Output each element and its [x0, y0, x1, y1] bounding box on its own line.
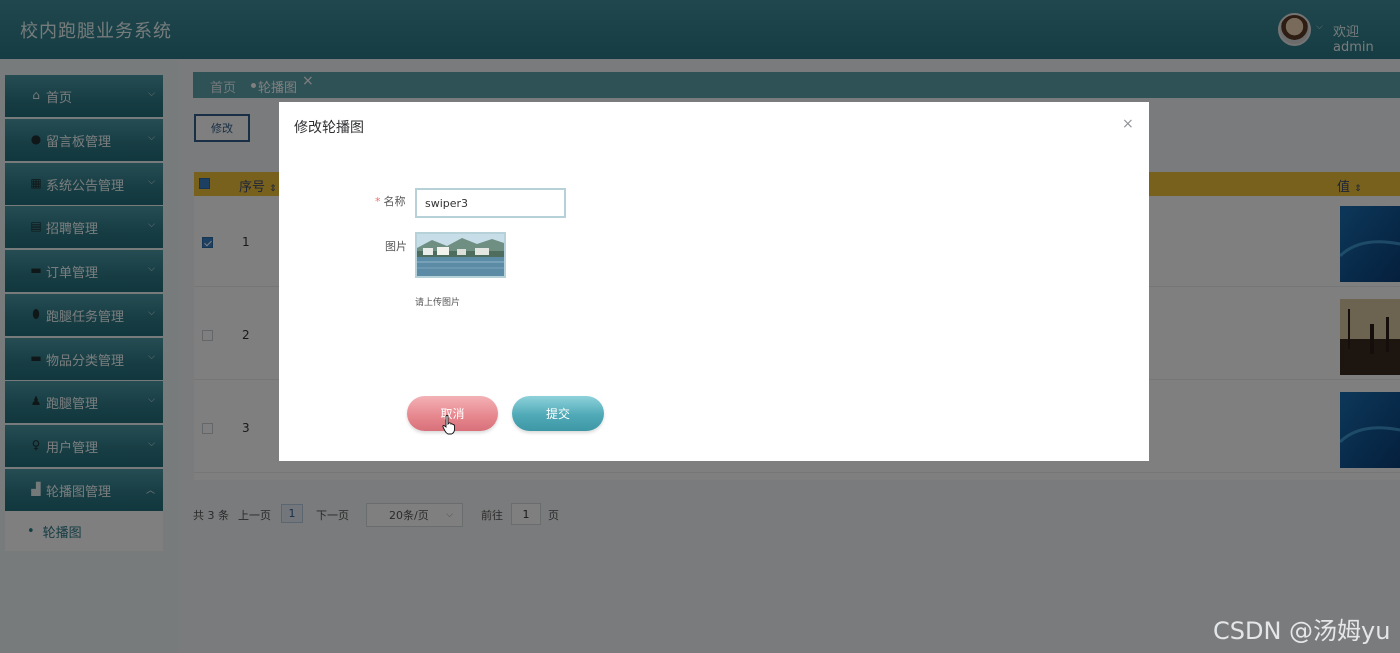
required-mark: * [375, 195, 381, 208]
name-field[interactable] [415, 188, 566, 218]
name-label-text: 名称 [383, 195, 406, 208]
submit-button[interactable]: 提交 [512, 396, 604, 431]
image-label: 图片 [385, 240, 407, 253]
image-preview[interactable] [415, 232, 506, 278]
edit-carousel-dialog: 修改轮播图 × *名称 图片 请上传图片 取消 提交 [279, 102, 1149, 461]
hand-cursor-icon [442, 415, 455, 435]
close-icon[interactable]: × [1122, 116, 1134, 132]
name-label: * 名称 [375, 193, 406, 209]
upload-hint: 请上传图片 [415, 298, 461, 308]
watermark: CSDN @汤姆yu [1213, 617, 1391, 645]
dialog-title: 修改轮播图 [294, 120, 364, 136]
